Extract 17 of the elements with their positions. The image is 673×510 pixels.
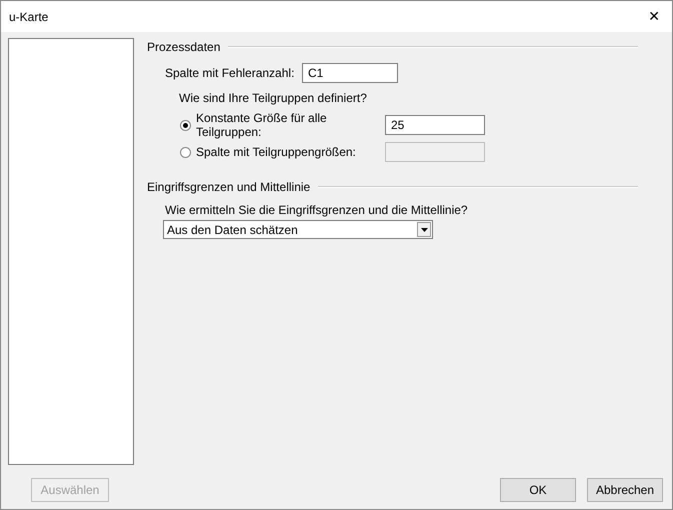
radio-button[interactable] bbox=[180, 120, 191, 130]
dropdown[interactable]: Aus den Daten schätzen bbox=[163, 220, 433, 239]
field-label: Spalte mit Fehleranzahl: bbox=[165, 66, 296, 80]
cancel-button[interactable]: Abbrechen bbox=[587, 478, 663, 502]
question-text: Wie sind Ihre Teilgruppen definiert? bbox=[179, 91, 368, 105]
question-text: Wie ermitteln Sie die Eingriffsgrenzen und die Mittellinie? bbox=[165, 203, 469, 217]
option-label: Konstante Größe für alle Teilgruppen: bbox=[196, 111, 328, 139]
column-list[interactable] bbox=[8, 38, 134, 465]
close-button[interactable]: ✕ bbox=[646, 8, 662, 24]
section-heading: Eingriffsgrenzen und Mittellinie bbox=[147, 180, 310, 194]
radio-button[interactable] bbox=[180, 146, 191, 158]
option-label: Spalte mit Teilgruppengrößen: bbox=[196, 145, 357, 159]
input-field[interactable]: 25 bbox=[385, 115, 485, 135]
input-field[interactable]: C1 bbox=[302, 63, 398, 83]
ok-button[interactable]: OK bbox=[500, 478, 576, 502]
section-heading: Prozessdaten bbox=[147, 40, 220, 54]
window-title: u-Karte bbox=[9, 10, 48, 24]
